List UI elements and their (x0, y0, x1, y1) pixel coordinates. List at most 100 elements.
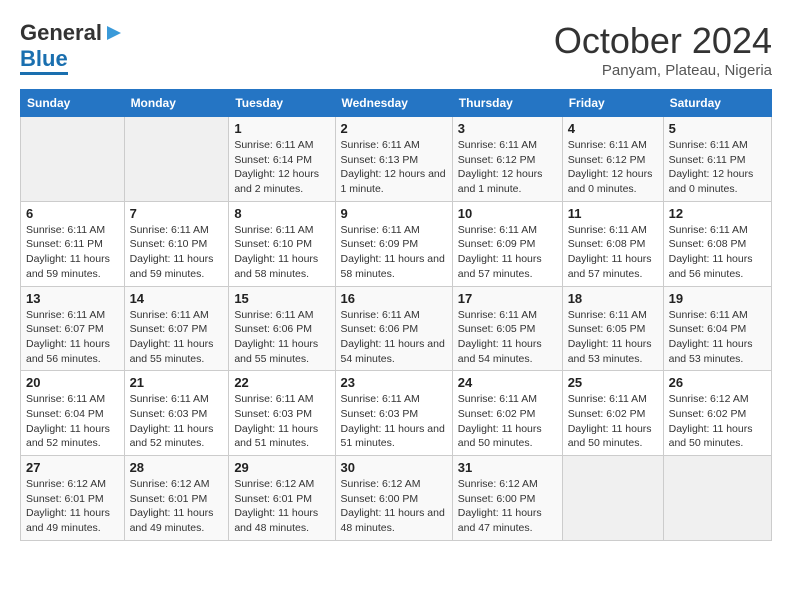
day-number: 14 (130, 291, 224, 306)
calendar-cell: 15 Sunrise: 6:11 AM Sunset: 6:06 PM Dayl… (229, 286, 335, 371)
calendar-cell: 9 Sunrise: 6:11 AM Sunset: 6:09 PM Dayli… (335, 201, 452, 286)
daylight-text: Daylight: 11 hours and 54 minutes. (341, 338, 445, 365)
calendar-cell: 21 Sunrise: 6:11 AM Sunset: 6:03 PM Dayl… (124, 371, 229, 456)
sunrise-text: Sunrise: 6:11 AM (458, 139, 537, 151)
day-number: 17 (458, 291, 557, 306)
week-row-4: 20 Sunrise: 6:11 AM Sunset: 6:04 PM Dayl… (21, 371, 772, 456)
sunset-text: Sunset: 6:12 PM (568, 154, 646, 166)
sunrise-text: Sunrise: 6:11 AM (130, 224, 209, 236)
day-info: Sunrise: 6:11 AM Sunset: 6:11 PM Dayligh… (669, 138, 766, 197)
month-title: October 2024 (554, 20, 772, 62)
sunrise-text: Sunrise: 6:11 AM (26, 393, 105, 405)
daylight-text: Daylight: 11 hours and 57 minutes. (568, 253, 652, 280)
calendar-cell: 13 Sunrise: 6:11 AM Sunset: 6:07 PM Dayl… (21, 286, 125, 371)
day-number: 9 (341, 206, 447, 221)
calendar-cell: 31 Sunrise: 6:12 AM Sunset: 6:00 PM Dayl… (452, 456, 562, 541)
sunset-text: Sunset: 6:02 PM (458, 408, 536, 420)
daylight-text: Daylight: 11 hours and 51 minutes. (234, 423, 318, 450)
sunset-text: Sunset: 6:08 PM (669, 238, 747, 250)
day-info: Sunrise: 6:11 AM Sunset: 6:02 PM Dayligh… (458, 392, 557, 451)
daylight-text: Daylight: 11 hours and 55 minutes. (130, 338, 214, 365)
daylight-text: Daylight: 12 hours and 2 minutes. (234, 168, 319, 195)
day-info: Sunrise: 6:11 AM Sunset: 6:05 PM Dayligh… (458, 308, 557, 367)
calendar-table: Sunday Monday Tuesday Wednesday Thursday… (20, 89, 772, 541)
day-info: Sunrise: 6:12 AM Sunset: 6:00 PM Dayligh… (341, 477, 447, 536)
daylight-text: Daylight: 11 hours and 50 minutes. (669, 423, 753, 450)
sunrise-text: Sunrise: 6:11 AM (234, 139, 313, 151)
sunrise-text: Sunrise: 6:11 AM (458, 309, 537, 321)
daylight-text: Daylight: 11 hours and 57 minutes. (458, 253, 542, 280)
daylight-text: Daylight: 11 hours and 56 minutes. (26, 338, 110, 365)
page-header: General Blue October 2024 Panyam, Platea… (20, 20, 772, 79)
sunrise-text: Sunrise: 6:11 AM (130, 309, 209, 321)
day-number: 21 (130, 375, 224, 390)
day-info: Sunrise: 6:11 AM Sunset: 6:08 PM Dayligh… (669, 223, 766, 282)
day-info: Sunrise: 6:11 AM Sunset: 6:06 PM Dayligh… (341, 308, 447, 367)
day-info: Sunrise: 6:11 AM Sunset: 6:02 PM Dayligh… (568, 392, 658, 451)
day-info: Sunrise: 6:12 AM Sunset: 6:00 PM Dayligh… (458, 477, 557, 536)
sunset-text: Sunset: 6:01 PM (26, 493, 104, 505)
sunrise-text: Sunrise: 6:11 AM (234, 309, 313, 321)
daylight-text: Daylight: 11 hours and 49 minutes. (130, 507, 214, 534)
header-wednesday: Wednesday (335, 90, 452, 117)
sunset-text: Sunset: 6:09 PM (458, 238, 536, 250)
day-info: Sunrise: 6:12 AM Sunset: 6:01 PM Dayligh… (26, 477, 119, 536)
day-number: 11 (568, 206, 658, 221)
header-friday: Friday (562, 90, 663, 117)
sunset-text: Sunset: 6:03 PM (130, 408, 208, 420)
sunset-text: Sunset: 6:09 PM (341, 238, 419, 250)
sunset-text: Sunset: 6:02 PM (669, 408, 747, 420)
calendar-cell: 30 Sunrise: 6:12 AM Sunset: 6:00 PM Dayl… (335, 456, 452, 541)
daylight-text: Daylight: 11 hours and 48 minutes. (341, 507, 445, 534)
calendar-cell: 8 Sunrise: 6:11 AM Sunset: 6:10 PM Dayli… (229, 201, 335, 286)
day-number: 10 (458, 206, 557, 221)
sunset-text: Sunset: 6:03 PM (341, 408, 419, 420)
sunrise-text: Sunrise: 6:12 AM (234, 478, 314, 490)
sunrise-text: Sunrise: 6:11 AM (458, 393, 537, 405)
daylight-text: Daylight: 11 hours and 59 minutes. (26, 253, 110, 280)
daylight-text: Daylight: 11 hours and 52 minutes. (26, 423, 110, 450)
daylight-text: Daylight: 11 hours and 58 minutes. (234, 253, 318, 280)
sunset-text: Sunset: 6:05 PM (568, 323, 646, 335)
calendar-cell: 23 Sunrise: 6:11 AM Sunset: 6:03 PM Dayl… (335, 371, 452, 456)
calendar-cell: 7 Sunrise: 6:11 AM Sunset: 6:10 PM Dayli… (124, 201, 229, 286)
day-info: Sunrise: 6:11 AM Sunset: 6:04 PM Dayligh… (669, 308, 766, 367)
calendar-cell: 20 Sunrise: 6:11 AM Sunset: 6:04 PM Dayl… (21, 371, 125, 456)
day-number: 4 (568, 121, 658, 136)
calendar-cell: 19 Sunrise: 6:11 AM Sunset: 6:04 PM Dayl… (663, 286, 771, 371)
sunset-text: Sunset: 6:01 PM (130, 493, 208, 505)
day-info: Sunrise: 6:11 AM Sunset: 6:04 PM Dayligh… (26, 392, 119, 451)
calendar-cell: 4 Sunrise: 6:11 AM Sunset: 6:12 PM Dayli… (562, 117, 663, 202)
calendar-cell: 29 Sunrise: 6:12 AM Sunset: 6:01 PM Dayl… (229, 456, 335, 541)
day-number: 13 (26, 291, 119, 306)
day-info: Sunrise: 6:11 AM Sunset: 6:07 PM Dayligh… (130, 308, 224, 367)
calendar-cell: 22 Sunrise: 6:11 AM Sunset: 6:03 PM Dayl… (229, 371, 335, 456)
day-info: Sunrise: 6:11 AM Sunset: 6:12 PM Dayligh… (458, 138, 557, 197)
sunrise-text: Sunrise: 6:11 AM (341, 224, 420, 236)
daylight-text: Daylight: 11 hours and 50 minutes. (458, 423, 542, 450)
daylight-text: Daylight: 12 hours and 0 minutes. (568, 168, 653, 195)
calendar-cell: 18 Sunrise: 6:11 AM Sunset: 6:05 PM Dayl… (562, 286, 663, 371)
day-number: 3 (458, 121, 557, 136)
sunrise-text: Sunrise: 6:11 AM (234, 393, 313, 405)
day-info: Sunrise: 6:11 AM Sunset: 6:08 PM Dayligh… (568, 223, 658, 282)
sunset-text: Sunset: 6:11 PM (26, 238, 103, 250)
calendar-cell: 2 Sunrise: 6:11 AM Sunset: 6:13 PM Dayli… (335, 117, 452, 202)
calendar-cell: 14 Sunrise: 6:11 AM Sunset: 6:07 PM Dayl… (124, 286, 229, 371)
daylight-text: Daylight: 11 hours and 50 minutes. (568, 423, 652, 450)
week-row-3: 13 Sunrise: 6:11 AM Sunset: 6:07 PM Dayl… (21, 286, 772, 371)
logo-blue: Blue (20, 46, 68, 75)
day-number: 24 (458, 375, 557, 390)
calendar-cell (562, 456, 663, 541)
week-row-2: 6 Sunrise: 6:11 AM Sunset: 6:11 PM Dayli… (21, 201, 772, 286)
calendar-cell: 27 Sunrise: 6:12 AM Sunset: 6:01 PM Dayl… (21, 456, 125, 541)
sunrise-text: Sunrise: 6:11 AM (341, 393, 420, 405)
day-info: Sunrise: 6:11 AM Sunset: 6:03 PM Dayligh… (130, 392, 224, 451)
day-info: Sunrise: 6:11 AM Sunset: 6:05 PM Dayligh… (568, 308, 658, 367)
day-info: Sunrise: 6:11 AM Sunset: 6:13 PM Dayligh… (341, 138, 447, 197)
title-block: October 2024 Panyam, Plateau, Nigeria (554, 20, 772, 79)
day-info: Sunrise: 6:11 AM Sunset: 6:03 PM Dayligh… (341, 392, 447, 451)
day-info: Sunrise: 6:12 AM Sunset: 6:01 PM Dayligh… (234, 477, 329, 536)
day-number: 19 (669, 291, 766, 306)
sunrise-text: Sunrise: 6:12 AM (130, 478, 210, 490)
